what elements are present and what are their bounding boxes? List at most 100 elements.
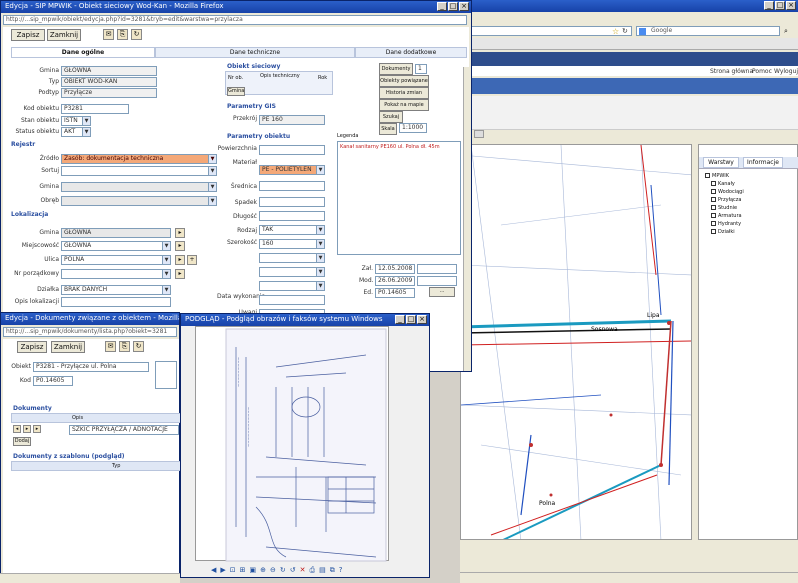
layer-item[interactable]: Przyłącza — [711, 197, 742, 204]
doc-row[interactable]: ◂ ▸ ▸ SZKIC PRZYŁĄCZA / ADNOTACJE — [11, 425, 181, 435]
zoom-out-icon[interactable]: ⊖ — [270, 566, 276, 574]
print-icon[interactable]: ✉ — [105, 341, 116, 352]
add-obiekt-button[interactable]: Gmina — [227, 87, 245, 96]
minimize-icon[interactable]: _ — [395, 315, 405, 324]
docs-save-button[interactable]: Zapisz — [17, 341, 47, 353]
ulica-select[interactable]: POLNA ▼ — [61, 255, 171, 265]
lookup-icon[interactable]: ▸ — [175, 255, 185, 265]
tab-additional[interactable]: Dane dodatkowe — [355, 47, 467, 58]
print-icon[interactable]: ✉ — [103, 29, 114, 40]
prev-image-icon[interactable]: ◀ — [211, 566, 216, 574]
zoom-in-icon[interactable]: ⊕ — [260, 566, 266, 574]
maximize-icon[interactable]: □ — [406, 315, 416, 324]
actual-size-icon[interactable]: ⊞ — [240, 566, 246, 574]
obiekty-button[interactable]: Obiekty powiązane — [379, 75, 429, 87]
pokaz-button[interactable]: Pokaż na mapie — [379, 99, 429, 111]
data-field[interactable] — [259, 295, 325, 305]
save-copy-icon[interactable]: ▤ — [319, 566, 326, 574]
ed-button[interactable]: ··· — [429, 287, 455, 297]
spad-field[interactable] — [259, 197, 325, 207]
maximize-icon[interactable]: □ — [775, 1, 785, 10]
miejsc-select[interactable]: GŁÓWNA ▼ — [61, 241, 171, 251]
rodzaj-select[interactable]: TAK ▼ — [259, 225, 325, 235]
close-icon[interactable]: × — [786, 1, 796, 10]
obreb-select[interactable]: ▼ — [61, 196, 217, 206]
link-home[interactable]: Strona główna — [710, 68, 753, 75]
delete-icon[interactable]: ✕ — [300, 566, 306, 574]
rotate-ccw-icon[interactable]: ↺ — [290, 566, 296, 574]
close-icon[interactable]: × — [417, 315, 427, 324]
legenda-label[interactable]: Legenda — [337, 133, 358, 139]
sortuj-select[interactable]: ▼ — [61, 166, 217, 176]
nr-select[interactable]: ▼ — [61, 269, 171, 279]
layer-item[interactable]: Działki — [711, 229, 735, 236]
tab-info[interactable]: Informacje — [743, 157, 783, 168]
extra-select-1[interactable]: ▼ — [259, 253, 325, 263]
refresh-icon[interactable]: ↻ — [131, 29, 142, 40]
docs-close-button[interactable]: Zamknij — [51, 341, 85, 353]
reload-icon[interactable]: ↻ — [622, 27, 628, 35]
dzialka-select[interactable]: BRAK DANYCH ▼ — [61, 285, 171, 295]
podtyp-field[interactable]: Przyłącze — [61, 88, 157, 98]
link-logout[interactable]: Wyloguj — [774, 68, 798, 75]
layer-root[interactable]: MPWIK — [705, 173, 729, 180]
rej-gmina-select[interactable]: ▼ — [61, 182, 217, 192]
przekroj-field[interactable]: PE 160 — [259, 115, 325, 125]
stan-select[interactable]: ISTN ▼ — [61, 116, 91, 126]
mat-select[interactable]: PE - POLIETYLEN ▼ — [259, 165, 325, 175]
minimize-icon[interactable]: _ — [764, 1, 774, 10]
minimize-icon[interactable]: _ — [437, 2, 447, 11]
lookup-icon[interactable]: ▸ — [175, 228, 185, 238]
maximize-icon[interactable]: □ — [448, 2, 458, 11]
kod-field[interactable]: P3281 — [61, 104, 129, 114]
close-icon[interactable]: × — [459, 2, 469, 11]
open-with-icon[interactable]: ⧉ — [330, 566, 335, 575]
copy-icon[interactable]: ⎘ — [119, 341, 130, 352]
layer-item[interactable]: Hydranty — [711, 221, 741, 228]
rotate-cw-icon[interactable]: ↻ — [280, 566, 286, 574]
szukaj-button[interactable]: Szukaj — [379, 111, 403, 123]
map-canvas[interactable]: Sosnowa Lipa Polna — [460, 144, 692, 540]
link-help[interactable]: Pomoc — [752, 68, 772, 75]
add-icon[interactable]: + — [187, 255, 197, 265]
lookup-icon[interactable]: ▸ — [175, 269, 185, 279]
best-fit-icon[interactable]: ⊡ — [230, 566, 236, 574]
map-tool-icon[interactable] — [474, 130, 484, 138]
layer-item[interactable]: Wodociągi — [711, 189, 744, 196]
extra-select-2[interactable]: ▼ — [259, 267, 325, 277]
next-image-icon[interactable]: ▶ — [220, 566, 225, 574]
gmina-field[interactable]: GŁÓWNA — [61, 66, 157, 76]
opis-lok-field[interactable] — [61, 297, 171, 307]
notes-area[interactable]: Kanał sanitarny PE160 ul. Polna dł. 45m — [337, 141, 461, 255]
typ-field[interactable]: OBIEKT WOD-KAN — [61, 77, 157, 87]
dn-field[interactable] — [259, 181, 325, 191]
dl-field[interactable] — [259, 211, 325, 221]
save-button[interactable]: Zapisz — [11, 29, 45, 41]
slideshow-icon[interactable]: ▣ — [250, 566, 257, 574]
docs-url[interactable]: http://...sip_mpwik/dokumenty/lista.php?… — [3, 327, 177, 337]
lookup-icon[interactable]: ▸ — [175, 241, 185, 251]
close-button[interactable]: Zamknij — [47, 29, 81, 41]
lok-gmina-field[interactable]: GŁÓWNA — [61, 228, 171, 238]
szer-select[interactable]: 160 ▼ — [259, 239, 325, 249]
refresh-icon[interactable]: ↻ — [133, 341, 144, 352]
skala-field[interactable]: 1:1000 — [399, 123, 427, 133]
tab-technical[interactable]: Dane techniczne — [155, 47, 355, 58]
search-icon[interactable]: ⌕ — [784, 27, 788, 36]
search-input[interactable]: Google — [636, 26, 780, 36]
tab-general[interactable]: Dane ogólne — [11, 47, 155, 58]
layer-item[interactable]: Studnie — [711, 205, 737, 212]
layer-item[interactable]: Kanały — [711, 181, 735, 188]
doc-open-icon[interactable]: ▸ — [33, 425, 41, 433]
print-icon[interactable]: ⎙ — [310, 566, 316, 575]
layer-item[interactable]: Armatura — [711, 213, 742, 220]
edit-scrollbar[interactable] — [463, 67, 469, 371]
historia-button[interactable]: Historia zmian — [379, 87, 429, 99]
star-icon[interactable]: ☆ — [612, 27, 619, 36]
zrodlo-select[interactable]: Zasób: dokumentacja techniczna ▼ — [61, 154, 217, 164]
docs-note-area[interactable] — [155, 361, 177, 389]
add-doc-button[interactable]: Dodaj — [13, 437, 31, 446]
viewer-canvas[interactable]: ~~~~~~~~~ ~~~~~~~~~~~~ — [195, 326, 389, 562]
tab-layers[interactable]: Warstwy — [703, 157, 739, 168]
status-select[interactable]: AKT ▼ — [61, 127, 91, 137]
